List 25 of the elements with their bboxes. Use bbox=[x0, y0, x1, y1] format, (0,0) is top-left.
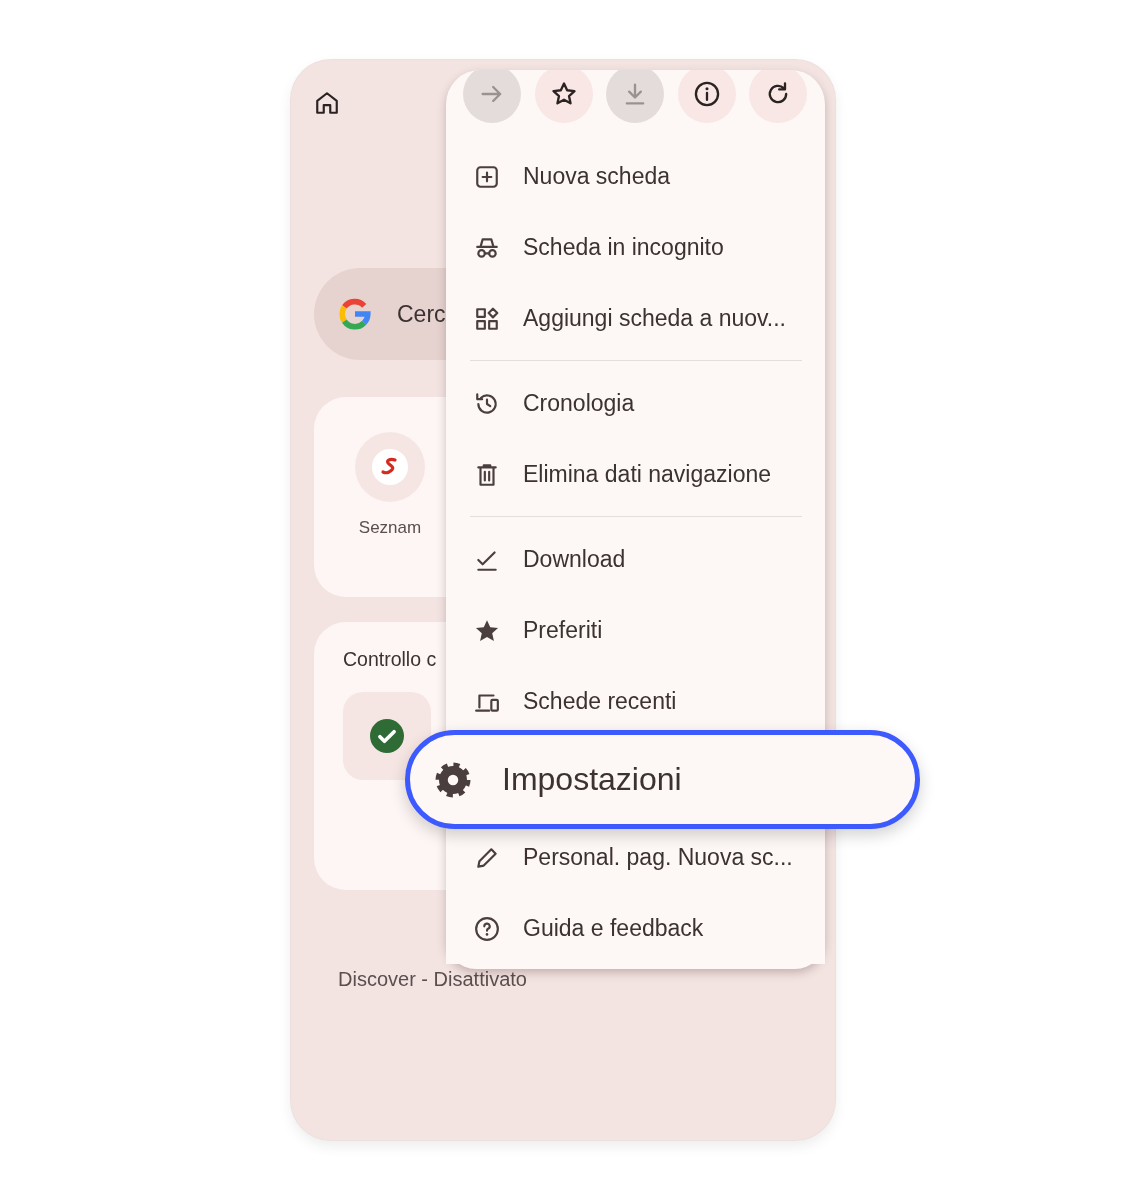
shortcut-label: Seznam bbox=[358, 518, 422, 538]
check-circle-icon bbox=[370, 719, 404, 753]
discover-status: Discover - Disattivato bbox=[338, 968, 528, 991]
home-icon[interactable] bbox=[314, 90, 340, 116]
menu-item[interactable]: Impostazioni bbox=[405, 730, 920, 829]
toolbar-button[interactable] bbox=[749, 70, 807, 123]
menu-item[interactable]: Cronologia bbox=[446, 368, 825, 439]
g-logo-icon bbox=[338, 297, 372, 331]
menu-item[interactable]: Preferiti bbox=[446, 595, 825, 666]
star-outline-icon bbox=[549, 80, 578, 108]
help-icon bbox=[474, 915, 500, 942]
menu-item[interactable]: Download bbox=[446, 524, 825, 595]
menu-item[interactable]: Guida e feedback bbox=[446, 893, 825, 964]
card-title: Controllo c bbox=[343, 648, 438, 671]
plus-square-icon bbox=[474, 163, 500, 190]
menu-item[interactable]: Elimina dati navigazione bbox=[446, 439, 825, 510]
trash-icon bbox=[474, 461, 500, 488]
menu-item[interactable]: Scheda in incognito bbox=[446, 212, 825, 283]
site-logo-icon bbox=[372, 449, 408, 485]
menu-item[interactable]: Nuova scheda bbox=[446, 141, 825, 212]
info-icon bbox=[692, 80, 721, 108]
search-text: Cerc bbox=[397, 300, 446, 328]
clock-arrow-icon bbox=[474, 390, 500, 417]
menu-item[interactable]: Aggiungi scheda a nuov... bbox=[446, 283, 825, 354]
shapes-icon bbox=[474, 305, 500, 332]
